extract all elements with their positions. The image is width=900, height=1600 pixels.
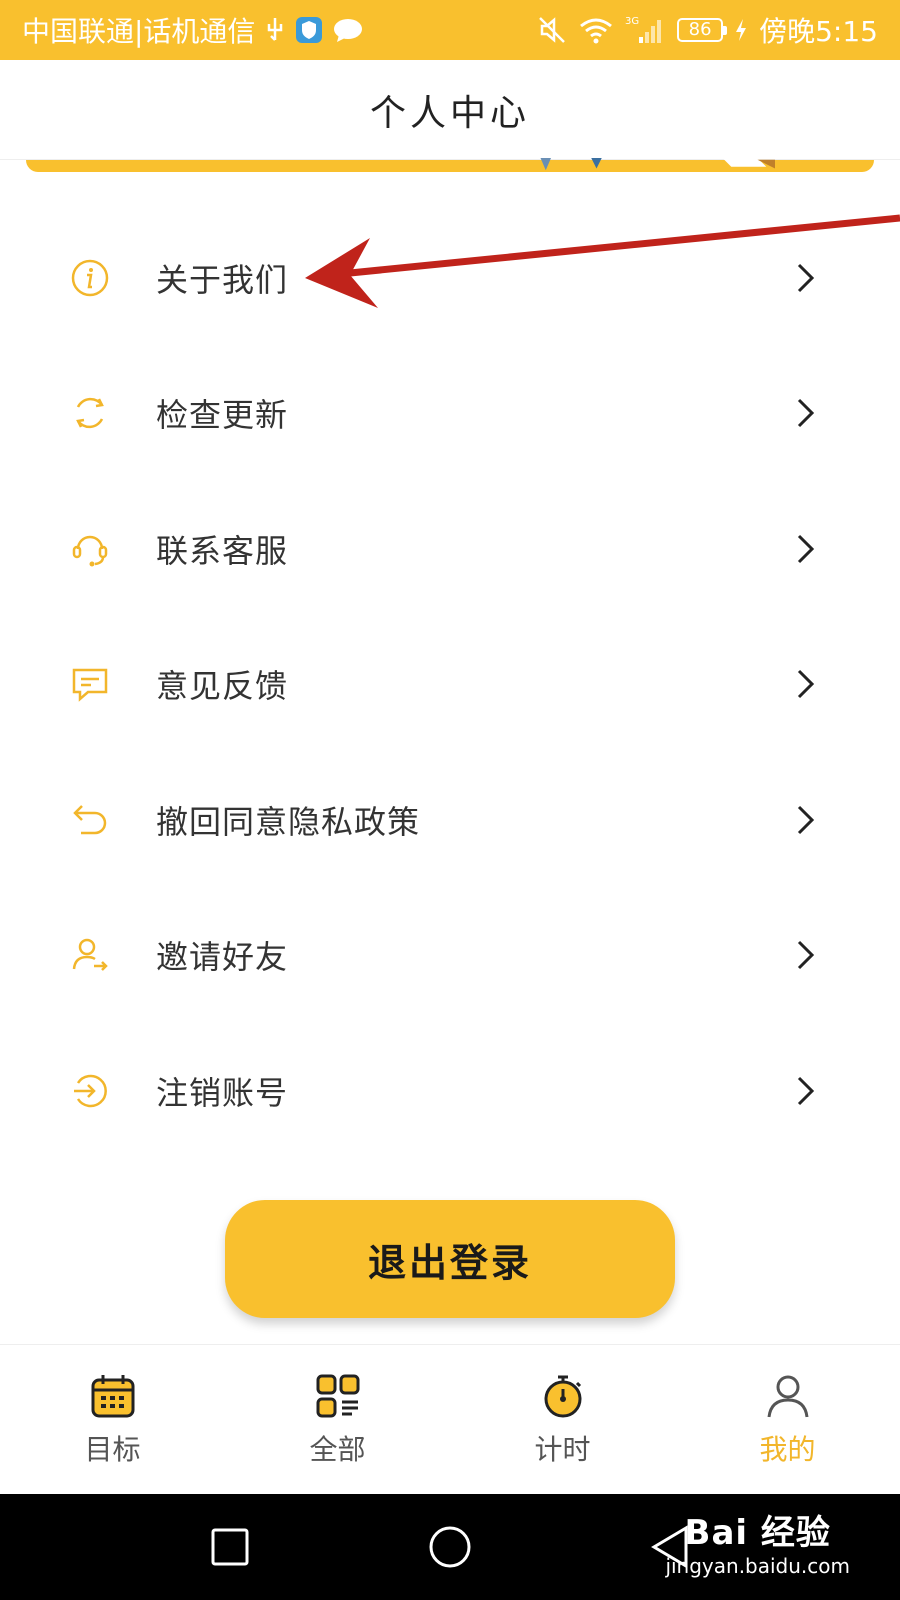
mute-icon [537,15,567,45]
tab-label: 计时 [534,1432,591,1466]
chevron-right-icon [792,937,820,973]
baidu-jingyan-watermark: Bai 经验 jingyan.baidu.com [665,1505,850,1578]
title-bar: 个人中心 [0,60,900,160]
chevron-right-icon [792,531,820,567]
tab-goals[interactable]: 目标 [0,1345,225,1494]
signal-icon: 3G [625,15,665,45]
settings-menu-list: 关于我们 检查更新 联系客服 意见反馈 撤回同意隐私政策 邀请好友 注销账号 [0,210,900,1159]
message-app-icon [333,17,363,43]
chevron-right-icon [792,1073,820,1109]
bottom-tab-bar: 目标 全部 计时 我的 [0,1344,900,1494]
menu-item-label: 联系客服 [156,531,289,570]
menu-item-invite-friends[interactable]: 邀请好友 [0,888,900,1024]
chevron-right-icon [792,395,820,431]
tab-label: 目标 [84,1432,141,1466]
menu-item-label: 关于我们 [156,260,289,299]
menu-item-about-us[interactable]: 关于我们 [0,210,900,346]
status-left: 中国联通|话机通信 [22,10,363,50]
menu-item-delete-account[interactable]: 注销账号 [0,1023,900,1159]
calendar-icon [89,1372,137,1420]
shield-app-icon [295,16,323,44]
menu-item-contact-support[interactable]: 联系客服 [0,481,900,617]
menu-item-label: 检查更新 [156,396,289,435]
chevron-right-icon [792,666,820,702]
stopwatch-icon [539,1372,587,1420]
status-bar: 中国联通|话机通信 3G 86 傍晚5:15 [0,0,900,60]
watermark-brand: Bai 经验 [684,1513,831,1553]
menu-item-label: 意见反馈 [156,667,289,706]
invite-user-icon [68,933,112,977]
status-right: 3G 86 傍晚5:15 [537,10,878,50]
tab-all[interactable]: 全部 [225,1345,450,1494]
home-button[interactable] [420,1517,480,1577]
carrier-text: 中国联通|话机通信 [22,15,256,48]
menu-item-feedback[interactable]: 意见反馈 [0,617,900,753]
tab-label: 全部 [309,1432,366,1466]
headset-icon [68,527,112,571]
menu-item-label: 邀请好友 [156,938,289,977]
logout-circle-icon [68,1069,112,1113]
charging-icon [735,18,747,42]
recent-apps-button[interactable] [200,1517,260,1577]
user-icon [764,1372,812,1420]
battery-indicator: 86 [677,18,728,42]
menu-item-check-update[interactable]: 检查更新 [0,346,900,482]
chevron-right-icon [792,260,820,296]
banner-illustration-edge [540,158,775,171]
grid-icon [314,1372,362,1420]
watermark-url: jingyan.baidu.com [665,1554,850,1578]
tab-timer[interactable]: 计时 [450,1345,675,1494]
clock-text: 傍晚5:15 [759,15,878,48]
usb-icon [265,16,285,44]
wifi-icon [579,16,613,44]
undo-icon [68,798,112,842]
info-icon [68,256,112,300]
tab-label: 我的 [759,1432,816,1466]
feedback-icon [68,662,112,706]
menu-item-label: 注销账号 [156,1073,289,1112]
chevron-right-icon [792,802,820,838]
page-title: 个人中心 [369,92,530,134]
tab-mine[interactable]: 我的 [675,1345,900,1494]
network-type-text: 3G [625,16,639,27]
menu-item-label: 撤回同意隐私政策 [156,802,421,841]
logout-button-wrap: 退出登录 [0,1200,900,1318]
menu-item-revoke-privacy-consent[interactable]: 撤回同意隐私政策 [0,752,900,888]
logout-button[interactable]: 退出登录 [225,1200,675,1318]
refresh-icon [68,391,112,435]
